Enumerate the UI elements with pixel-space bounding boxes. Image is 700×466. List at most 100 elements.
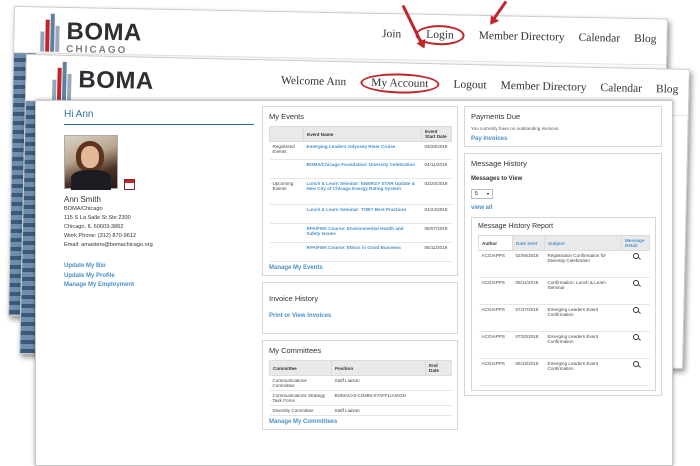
- my-events-card: My Events Event Name Event Start Date Re…: [262, 106, 458, 276]
- column-header: [269, 126, 304, 142]
- profile-org: BOMA/Chicago: [64, 206, 103, 212]
- nav-calendar[interactable]: Calendar: [578, 32, 620, 49]
- nav-member-directory[interactable]: Member Directory: [479, 30, 565, 48]
- magnifier-icon[interactable]: [632, 253, 639, 259]
- event-date: 03/20/2019: [421, 178, 452, 205]
- event-date: 04/11/2019: [421, 159, 452, 179]
- message-subject: Registration Confirmation for Diversity …: [544, 250, 622, 278]
- message-subject: Emerging Leaders Event Confirmation: [544, 358, 622, 386]
- chevron-down-icon: ▾: [486, 191, 489, 196]
- manage-committees-link[interactable]: Manage My Committees: [269, 419, 452, 425]
- update-profile-link[interactable]: Update My Profile: [64, 272, 254, 282]
- event-group: [269, 242, 304, 262]
- magnifier-icon[interactable]: [632, 334, 639, 340]
- column-header[interactable]: Date Sent: [512, 235, 545, 251]
- nav-blog[interactable]: Blog: [634, 33, 657, 49]
- card-title: Message History: [471, 159, 527, 168]
- messages-count-select[interactable]: 5 ▾: [471, 189, 493, 199]
- table-row: ACGIAPPS 07/20/2018 Emerging Leaders Eve…: [478, 331, 650, 359]
- column-header: Position: [331, 360, 426, 376]
- table-row: ACGIAPPS 07/27/2018 Emerging Leaders Eve…: [478, 304, 650, 332]
- card-title: My Events: [269, 112, 305, 121]
- profile-column: Hi Ann Ann Smith BOMA/Chicago 115 S La S…: [64, 109, 254, 291]
- message-author: ACGIAPPS: [478, 358, 513, 386]
- account-dashboard: Hi Ann Ann Smith BOMA/Chicago 115 S La S…: [35, 100, 673, 466]
- middle-column: My Events Event Name Event Start Date Re…: [262, 106, 458, 436]
- profile-address1: 115 S La Salle St Ste 2300: [64, 215, 131, 221]
- table-row: Communications Strategy Task Force BOMAC…: [269, 390, 452, 406]
- messages-table: Author Date Sent Subject Message Detail …: [478, 235, 650, 386]
- event-link[interactable]: RPA/FMA Course: Ethics in Good Business: [303, 242, 422, 262]
- committee-end: [425, 375, 452, 391]
- event-link[interactable]: Lunch & Learn Seminar: ENERGY STAR Updat…: [303, 178, 422, 205]
- table-row: Diversity Committee Staff Liaison: [269, 405, 452, 416]
- table-row: Lunch & Learn Seminar: TOBY Best Practic…: [269, 204, 452, 224]
- table-row: Upcoming Events Lunch & Learn Seminar: E…: [269, 178, 452, 205]
- magnifier-icon[interactable]: [632, 361, 639, 367]
- profile-email: Email: amasters@bomachicago.org: [64, 242, 153, 248]
- table-row: ACGIAPPS 05/10/2018 Emerging Leaders Eve…: [478, 358, 650, 386]
- column-header[interactable]: Subject: [544, 235, 622, 251]
- greeting: Hi Ann: [64, 109, 254, 125]
- event-group: [269, 223, 304, 243]
- event-date: 06/11/2019: [421, 242, 452, 262]
- top-nav: Welcome Ann My Account Logout Member Dir…: [280, 72, 679, 100]
- table-row: BOMA/Chicago Foundation: Diversity Celeb…: [269, 159, 452, 179]
- events-table: Event Name Event Start Date Registered E…: [269, 126, 452, 262]
- column-header[interactable]: Event Start Date: [421, 126, 452, 142]
- update-bio-link[interactable]: Update My Bio: [64, 262, 254, 272]
- message-history-card: Message History Messages to View 5 ▾ vie…: [464, 153, 662, 396]
- building-logo-icon: [51, 61, 75, 101]
- message-date: 07/27/2018: [512, 304, 545, 332]
- brand-name: BOMA: [78, 66, 155, 95]
- nav-logout[interactable]: Logout: [453, 79, 486, 96]
- message-date: 02/06/2019: [512, 250, 545, 278]
- message-subject: Confirmation: Lunch & Learn Seminar: [544, 277, 622, 305]
- event-group: Registered Events: [269, 141, 304, 160]
- invoice-history-card: Invoice History Print or View Invoices: [262, 282, 458, 334]
- committee-name: Communications Strategy Task Force: [269, 390, 332, 406]
- magnifier-icon[interactable]: [632, 280, 639, 286]
- report-title: Message History Report: [478, 223, 554, 230]
- event-group: [269, 204, 304, 224]
- right-column: Payments Due You currently have no outst…: [464, 106, 662, 402]
- avatar: [64, 135, 118, 190]
- welcome-text: Welcome Ann: [280, 74, 347, 89]
- nav-join[interactable]: Join: [382, 28, 401, 44]
- committee-name: Communications Committee: [269, 375, 332, 391]
- view-all-link[interactable]: view all: [471, 205, 656, 211]
- nav-blog[interactable]: Blog: [656, 83, 679, 100]
- message-author: ACGIAPPS: [478, 250, 513, 278]
- message-subject: Emerging Leaders Event Confirmation: [544, 331, 622, 359]
- committee-name: Diversity Committee: [269, 405, 332, 416]
- manage-events-link[interactable]: Manage My Events: [269, 265, 452, 271]
- building-logo-icon: [40, 13, 63, 52]
- message-date: 05/10/2018: [512, 358, 545, 386]
- message-author: ACGIAPPS: [478, 277, 513, 305]
- pay-invoices-link[interactable]: Pay Invoices: [471, 136, 656, 142]
- column-header[interactable]: Event Name: [303, 126, 422, 142]
- event-link[interactable]: BOMA/Chicago Foundation: Diversity Celeb…: [303, 159, 422, 179]
- event-link[interactable]: Emerging Leaders Odyssey River Cruise: [303, 141, 422, 160]
- manage-employment-link[interactable]: Manage My Employment: [64, 281, 254, 291]
- nav-my-account[interactable]: My Account: [359, 72, 440, 95]
- view-invoices-link[interactable]: Print or View Invoices: [269, 313, 452, 319]
- table-row: RPA/FMA Course: Environmental Health and…: [269, 223, 452, 243]
- nav-calendar[interactable]: Calendar: [600, 82, 642, 99]
- column-header[interactable]: Message Detail: [621, 235, 650, 251]
- event-link[interactable]: RPA/FMA Course: Environmental Health and…: [303, 223, 422, 243]
- nav-member-directory[interactable]: Member Directory: [500, 80, 586, 98]
- committee-position: BOMACHI-COMM-STAFFLIAISON: [331, 390, 426, 406]
- payments-note: You currently have no outstanding invoic…: [471, 126, 560, 131]
- event-date: 04/24/2019: [421, 204, 452, 224]
- column-header: Committee: [269, 360, 332, 376]
- profile-name: Ann Smith: [64, 195, 101, 204]
- boma-logo: BOMA CHICAGO: [40, 13, 142, 57]
- calendar-icon[interactable]: [124, 179, 135, 190]
- magnifier-icon[interactable]: [632, 307, 639, 313]
- message-author: ACGIAPPS: [478, 304, 513, 332]
- committee-end: [425, 390, 452, 406]
- event-link[interactable]: Lunch & Learn Seminar: TOBY Best Practic…: [303, 204, 422, 224]
- event-date: 03/28/2019: [421, 141, 452, 160]
- card-title: Payments Due: [471, 112, 521, 121]
